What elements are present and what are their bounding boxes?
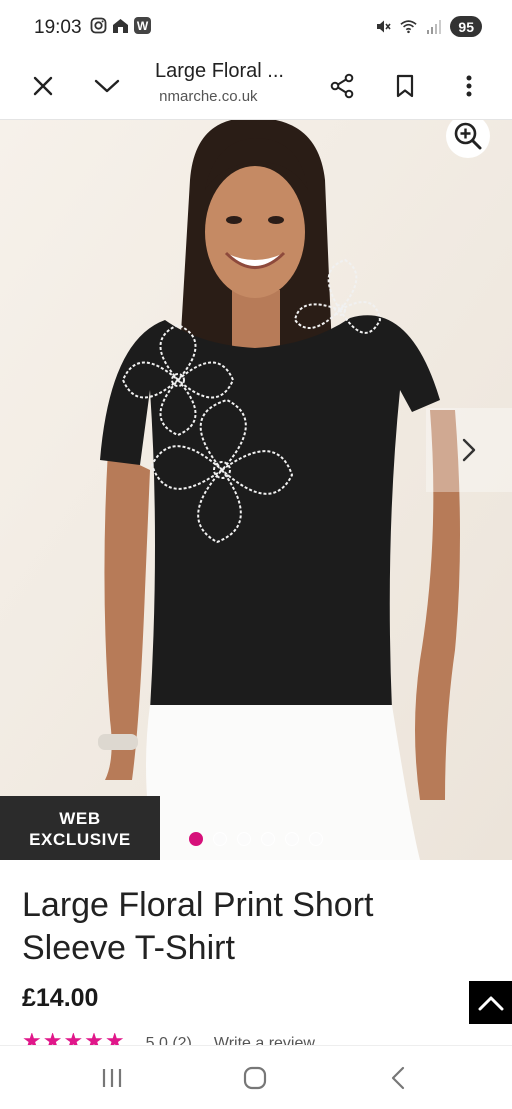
product-price: £14.00	[22, 984, 99, 1012]
more-options-button[interactable]	[447, 64, 491, 108]
status-system-icons: 95	[375, 16, 482, 37]
w-app-icon: W	[134, 17, 151, 34]
gallery-dot-5[interactable]	[285, 832, 299, 846]
next-image-button[interactable]	[426, 408, 512, 492]
status-bar: 19:03 W 95	[0, 0, 512, 54]
status-notification-icons: W	[90, 17, 151, 34]
page-title: Large Floral ...	[155, 60, 284, 82]
home-button[interactable]	[235, 1060, 275, 1096]
recent-apps-icon	[102, 1069, 122, 1087]
scroll-to-top-button[interactable]	[469, 981, 512, 1024]
close-tab-button[interactable]	[21, 64, 65, 108]
gallery-dot-4[interactable]	[261, 832, 275, 846]
gallery-dot-1[interactable]	[189, 832, 203, 846]
home-icon	[243, 1066, 267, 1090]
custom-tab-toolbar: Large Floral ... nmarche.co.uk	[0, 54, 512, 120]
gallery-dot-3[interactable]	[237, 832, 251, 846]
system-navigation-bar	[0, 1045, 512, 1109]
chevron-up-icon	[478, 996, 503, 1010]
gallery-dot-6[interactable]	[309, 832, 323, 846]
wifi-icon	[400, 18, 418, 35]
gallery-dot-2[interactable]	[213, 832, 227, 846]
zoom-in-icon	[454, 122, 482, 150]
gallery-pagination	[189, 832, 323, 846]
back-button[interactable]	[378, 1060, 418, 1096]
page-url: nmarche.co.uk	[155, 88, 258, 105]
more-vertical-icon	[466, 75, 472, 97]
share-button[interactable]	[320, 64, 364, 108]
bookmark-icon	[396, 74, 414, 98]
battery-indicator: 95	[450, 16, 482, 37]
bookmark-button[interactable]	[383, 64, 427, 108]
recent-apps-button[interactable]	[92, 1060, 132, 1096]
instagram-icon	[90, 17, 107, 34]
home-app-icon	[112, 17, 129, 34]
badge-line-1: WEB	[59, 809, 101, 828]
minimize-tab-button[interactable]	[85, 64, 129, 108]
status-time: 19:03	[34, 17, 82, 38]
web-exclusive-badge: WEB EXCLUSIVE	[0, 796, 160, 860]
badge-line-2: EXCLUSIVE	[29, 830, 131, 849]
share-icon	[330, 73, 354, 99]
product-title: Large Floral Print Short Sleeve T-Shirt	[22, 886, 374, 967]
back-chevron-icon	[391, 1066, 405, 1090]
signal-icon	[425, 18, 442, 35]
chevron-right-icon	[462, 438, 476, 462]
product-image-gallery[interactable]	[0, 120, 512, 860]
close-icon	[33, 76, 53, 96]
mute-icon	[375, 18, 392, 35]
chevron-down-icon	[94, 79, 120, 93]
